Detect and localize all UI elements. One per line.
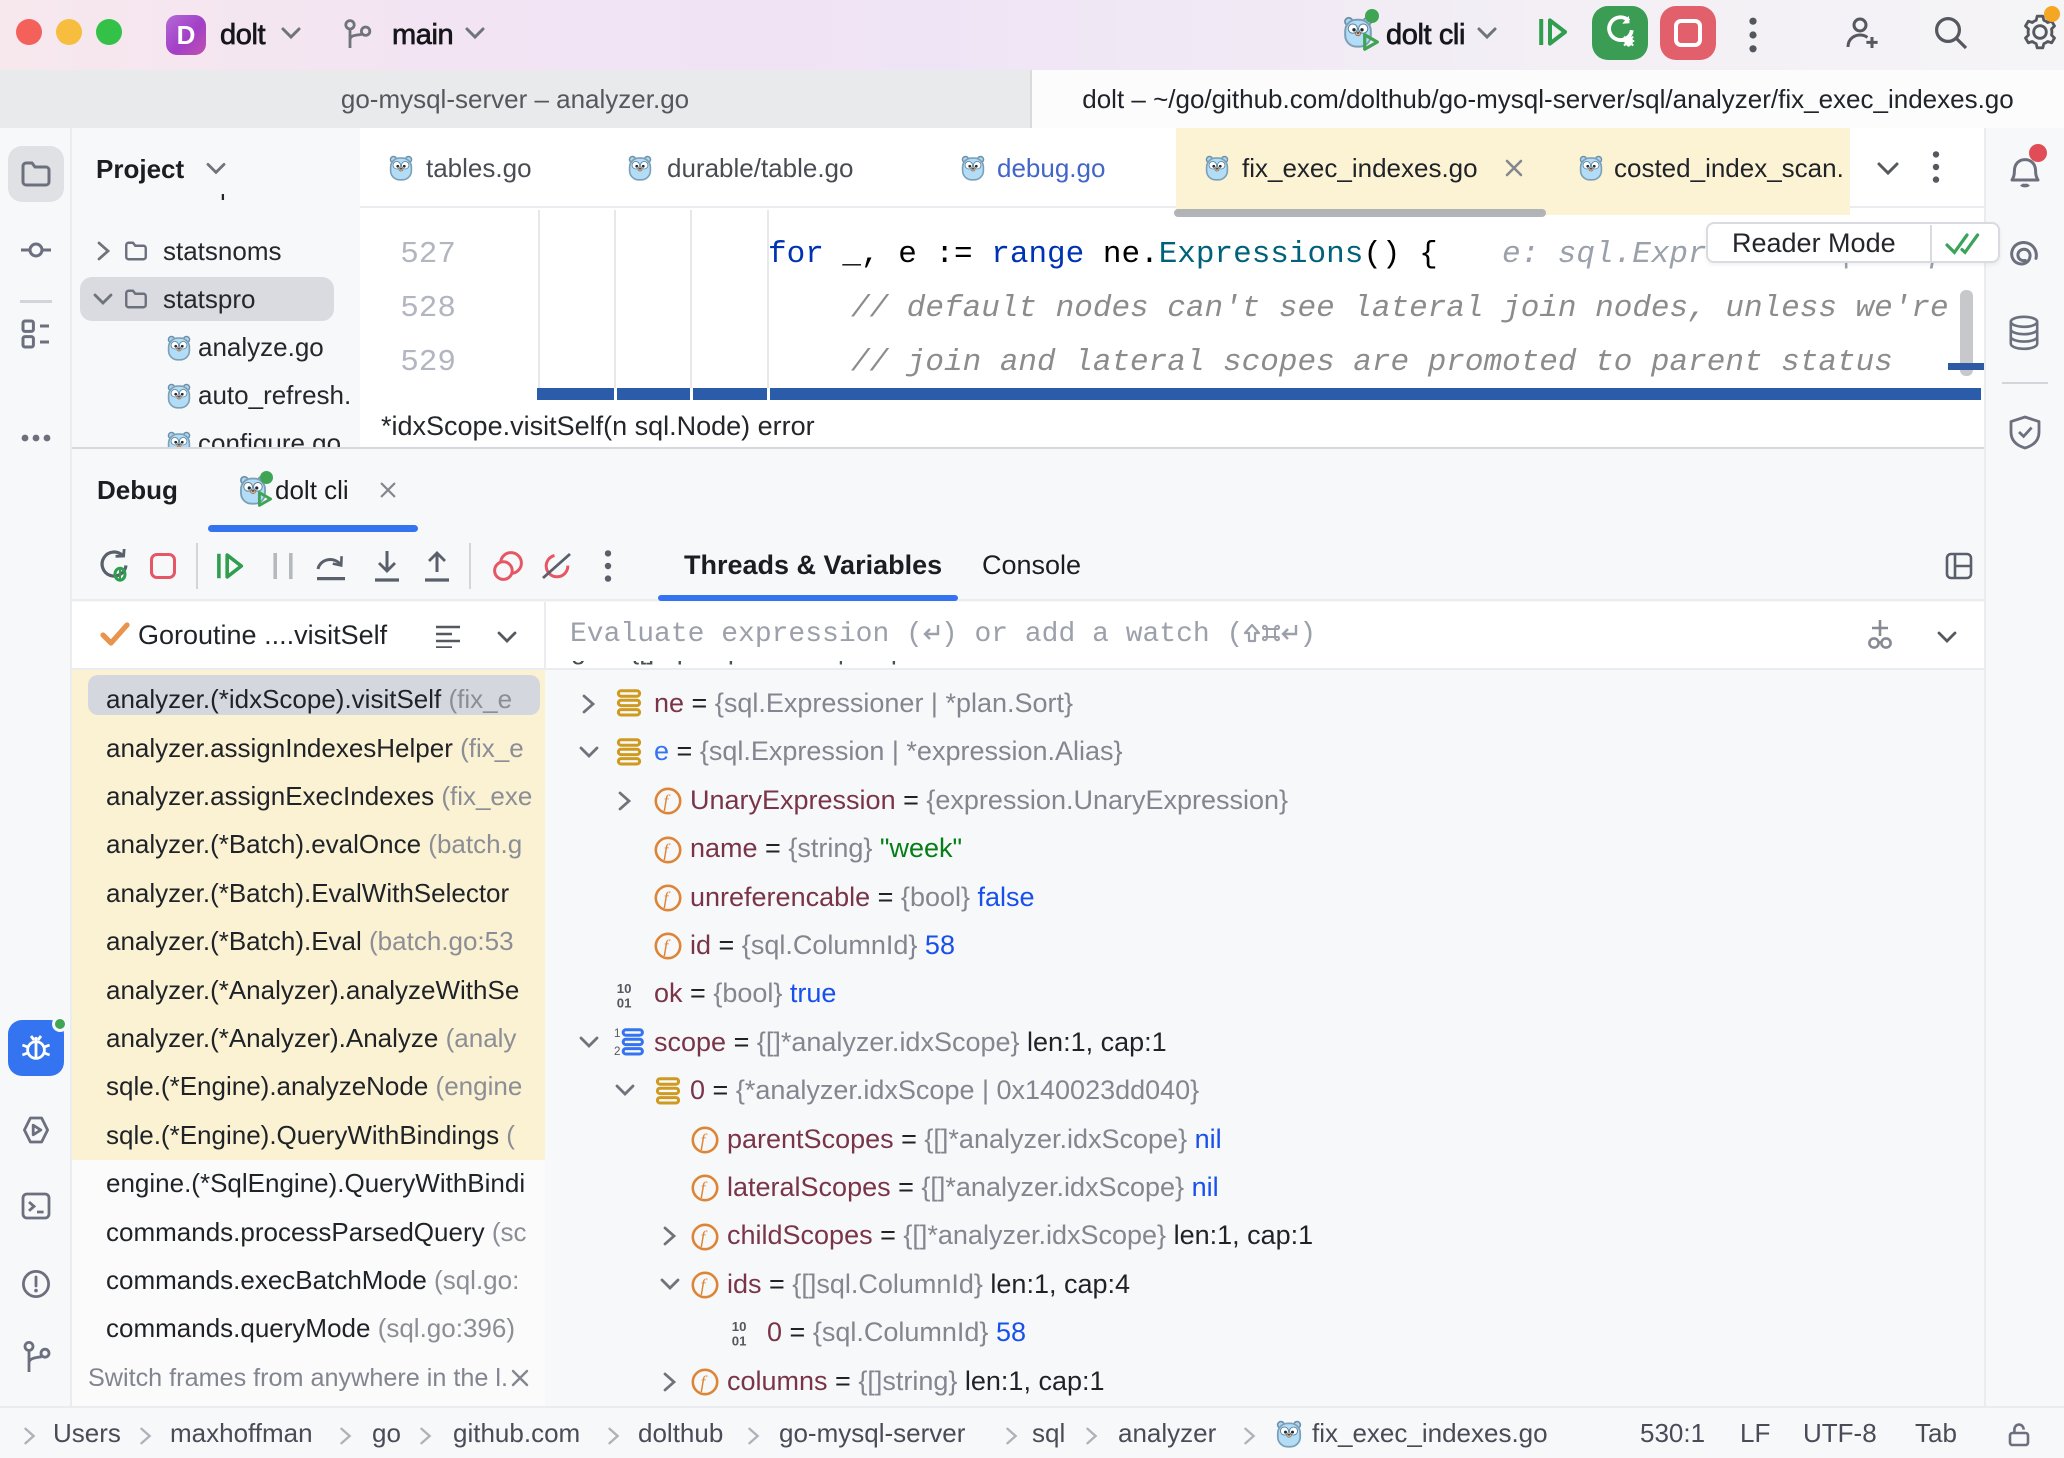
svg-text:10: 10: [732, 1319, 747, 1334]
svg-text:f: f: [663, 888, 671, 908]
svg-text:f: f: [700, 1227, 708, 1247]
svg-text:2: 2: [614, 1045, 620, 1056]
svg-text:f: f: [700, 1130, 708, 1150]
svg-text:f: f: [663, 840, 671, 860]
svg-text:01: 01: [617, 995, 632, 1009]
svg-text:f: f: [663, 937, 671, 957]
svg-text:10: 10: [617, 981, 632, 996]
svg-text:f: f: [700, 1372, 708, 1392]
svg-text:f: f: [700, 1275, 708, 1295]
svg-text:01: 01: [732, 1334, 747, 1348]
svg-text:f: f: [663, 791, 671, 811]
svg-text:1: 1: [614, 1028, 620, 1040]
svg-text:f: f: [700, 1179, 708, 1199]
